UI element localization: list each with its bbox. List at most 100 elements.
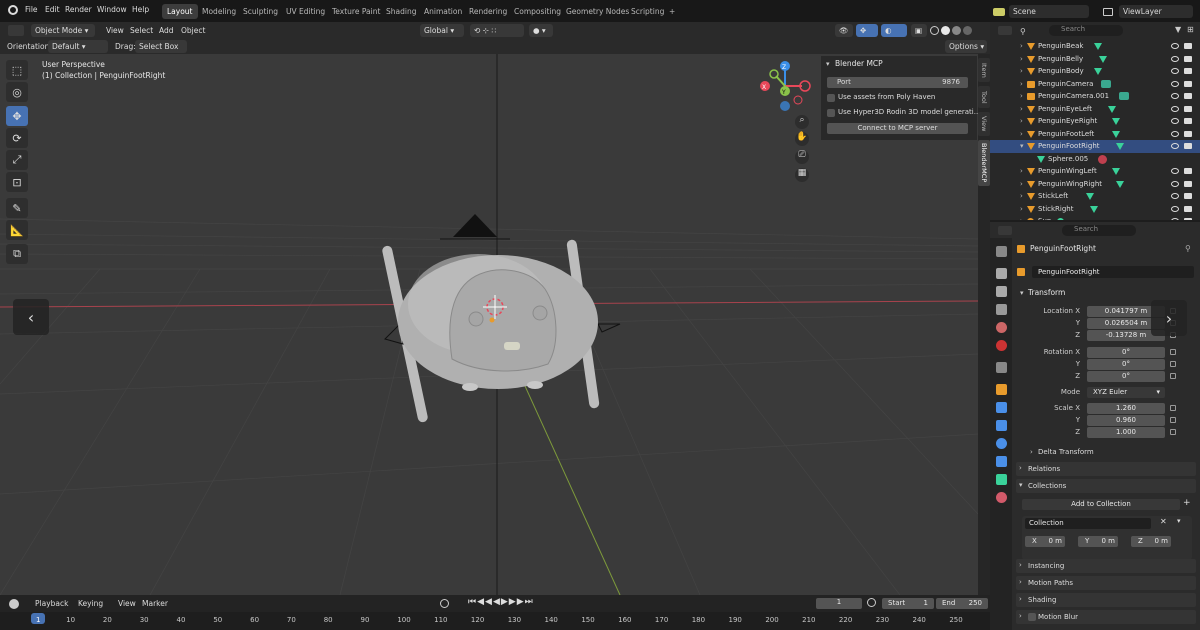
measure-tool-icon[interactable]: 📐	[6, 220, 28, 240]
output-tab-icon[interactable]	[996, 286, 1007, 297]
proportional-edit-button[interactable]: ● ▾	[529, 24, 553, 37]
outliner-row[interactable]: › PenguinBody	[990, 65, 1200, 78]
transform-tool-icon[interactable]: ⊡	[6, 172, 28, 192]
mode-selector[interactable]: Object Mode ▾	[31, 24, 95, 37]
render-camera-icon[interactable]	[1184, 168, 1192, 174]
collection-menu-chevron-icon[interactable]: ▾	[1177, 517, 1181, 525]
nav-left-arrow[interactable]: ‹	[13, 299, 49, 335]
scene-tab-icon[interactable]	[996, 322, 1007, 333]
outliner-row[interactable]: › PenguinCamera	[990, 78, 1200, 91]
visibility-eye-icon[interactable]	[1171, 118, 1179, 124]
camera-view-icon[interactable]: ⎚	[795, 150, 809, 164]
modifier-tab-icon[interactable]	[996, 402, 1007, 413]
visibility-eye-icon[interactable]	[1171, 143, 1179, 149]
rotation-mode-selector[interactable]: XYZ Euler ▾	[1087, 387, 1165, 398]
outliner-row[interactable]: › PenguinFootLeft	[990, 128, 1200, 141]
tab-layout[interactable]: Layout	[162, 4, 198, 19]
connect-mcp-button[interactable]: Connect to MCP server	[827, 123, 968, 134]
lock-rotation-z-icon[interactable]	[1170, 373, 1176, 379]
remove-collection-icon[interactable]: ✕	[1160, 517, 1167, 526]
pin-icon[interactable]: ⚲	[1185, 244, 1191, 253]
annotate-tool-icon[interactable]: ✎	[6, 198, 28, 218]
nav-right-arrow[interactable]: ›	[1151, 300, 1187, 336]
particles-tab-icon[interactable]	[996, 420, 1007, 431]
blender-logo-icon[interactable]	[8, 5, 18, 15]
move-tool-icon[interactable]: ✥	[6, 106, 28, 126]
render-camera-icon[interactable]	[1184, 205, 1192, 212]
visibility-eye-icon[interactable]	[1171, 80, 1179, 87]
outliner-row[interactable]: Sphere.005	[990, 153, 1200, 166]
preview-range-clock-icon[interactable]	[867, 598, 876, 607]
expand-chevron-icon[interactable]: ›	[1020, 192, 1023, 200]
collections-section[interactable]: Collections	[1016, 479, 1196, 493]
scene-selector[interactable]: Scene	[1009, 5, 1089, 18]
tool-tab-icon[interactable]	[996, 246, 1007, 257]
expand-chevron-icon[interactable]: ›	[1020, 117, 1023, 125]
expand-chevron-icon[interactable]: ›	[1020, 67, 1023, 75]
render-camera-icon[interactable]	[1184, 130, 1192, 137]
properties-search-input[interactable]: Search	[1062, 225, 1136, 236]
outliner-row[interactable]: › PenguinCamera.001	[990, 90, 1200, 103]
properties-editor-icon[interactable]	[998, 226, 1012, 235]
render-camera-icon[interactable]	[1184, 143, 1192, 149]
port-field[interactable]: Port 9876	[827, 77, 968, 88]
end-frame-field[interactable]: End 250	[936, 598, 988, 609]
render-camera-icon[interactable]	[1184, 218, 1192, 220]
outliner-row[interactable]: › PenguinWingLeft	[990, 165, 1200, 178]
outliner-editor-icon[interactable]	[998, 26, 1012, 35]
expand-chevron-icon[interactable]: ›	[1020, 42, 1023, 50]
shading-rendered-icon[interactable]	[963, 26, 972, 35]
menu-add[interactable]: Add	[159, 26, 174, 35]
visibility-eye-icon[interactable]	[1171, 68, 1179, 74]
render-camera-icon[interactable]	[1184, 55, 1192, 62]
shading-solid-icon[interactable]	[941, 26, 950, 35]
gizmo-toggle-button[interactable]: ✥	[856, 24, 878, 37]
scale-tool-icon[interactable]: ⤢	[6, 150, 28, 170]
overlay-toggle-button[interactable]: ◐	[881, 24, 907, 37]
transform-section-header[interactable]: Transform	[1028, 288, 1065, 297]
outliner-row[interactable]: › PenguinWingRight	[990, 178, 1200, 191]
keying-menu[interactable]: Keying	[78, 599, 103, 608]
cursor-tool-icon[interactable]: ◎	[6, 82, 28, 102]
scale-z-field[interactable]: 1.000	[1087, 427, 1165, 438]
tab-texture-paint[interactable]: Texture Paint	[327, 4, 385, 19]
lock-rotation-x-icon[interactable]	[1170, 349, 1176, 355]
add-workspace-button[interactable]: +	[664, 4, 680, 19]
outliner-filter-funnel-icon[interactable]: ▼	[1175, 25, 1181, 34]
tab-modeling[interactable]: Modeling	[197, 4, 241, 19]
outliner-row[interactable]: › PenguinEyeRight	[990, 115, 1200, 128]
new-collection-icon[interactable]: ⊞	[1187, 25, 1194, 34]
visibility-eye-icon[interactable]	[1171, 180, 1179, 187]
marker-menu[interactable]: Marker	[142, 599, 168, 608]
outliner-row[interactable]: › PenguinBelly	[990, 53, 1200, 66]
poly-haven-checkbox[interactable]	[827, 94, 835, 102]
scale-x-field[interactable]: 1.260	[1087, 403, 1165, 414]
visibility-eye-icon[interactable]	[1171, 93, 1179, 99]
visibility-eye-icon[interactable]	[1171, 168, 1179, 174]
outliner-row[interactable]: › Sun	[990, 215, 1200, 220]
render-camera-icon[interactable]	[1184, 105, 1192, 112]
rotation-y-field[interactable]: 0°	[1087, 359, 1165, 370]
expand-chevron-icon[interactable]: ›	[1020, 130, 1023, 138]
expand-chevron-icon[interactable]: ▾	[1020, 142, 1024, 150]
delta-transform-header[interactable]: Delta Transform	[1038, 448, 1094, 456]
material-tab-icon[interactable]	[996, 492, 1007, 503]
transform-chevron-icon[interactable]: ▾	[1020, 289, 1024, 297]
tab-tool[interactable]: Tool	[978, 86, 990, 108]
tab-rendering[interactable]: Rendering	[464, 4, 512, 19]
render-camera-icon[interactable]	[1184, 193, 1192, 199]
render-camera-icon[interactable]	[1184, 68, 1192, 74]
menu-render[interactable]: Render	[65, 5, 92, 14]
tab-sculpting[interactable]: Sculpting	[238, 4, 283, 19]
visibility-eye-icon[interactable]	[1171, 55, 1179, 62]
menu-file[interactable]: File	[25, 5, 38, 14]
menu-window[interactable]: Window	[97, 5, 127, 14]
offset-y-field[interactable]: Y 0 m	[1078, 536, 1118, 547]
add-cube-tool-icon[interactable]: ⧉	[6, 244, 28, 264]
outliner-row[interactable]: › StickLeft	[990, 190, 1200, 203]
tab-scripting[interactable]: Scripting	[626, 4, 669, 19]
view-layer-icon[interactable]	[1103, 8, 1113, 16]
add-collection-plus-icon[interactable]: +	[1183, 498, 1191, 508]
data-tab-icon[interactable]	[996, 474, 1007, 485]
timeline-editor-icon[interactable]	[9, 599, 19, 609]
